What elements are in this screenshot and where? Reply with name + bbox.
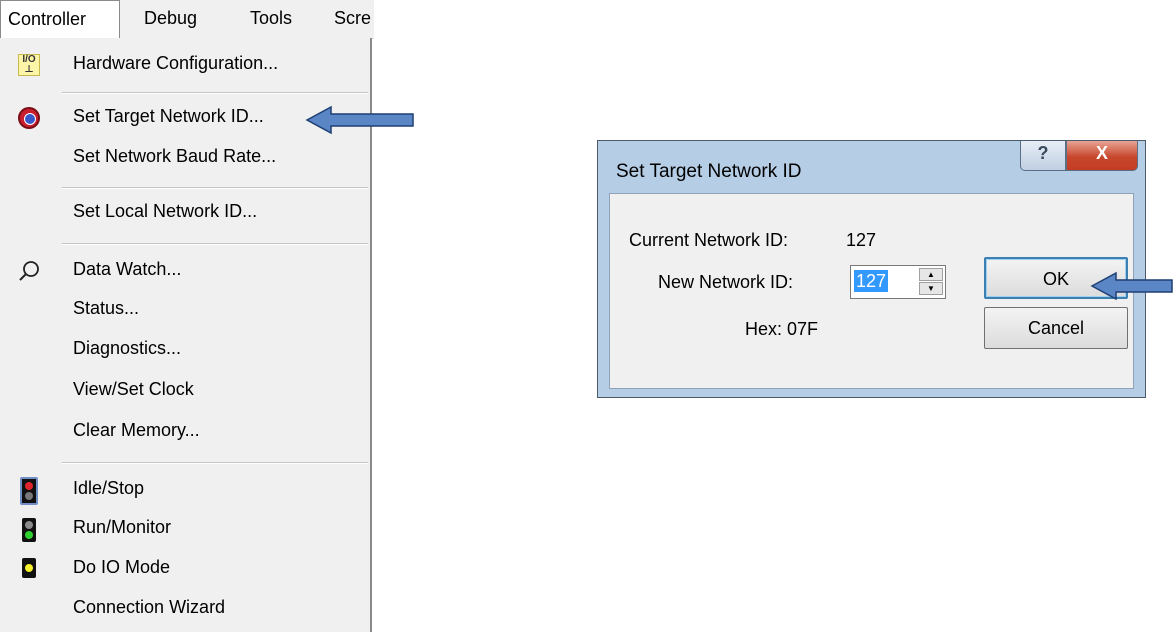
red-light-icon [20, 477, 38, 505]
io-config-icon: I/O ⊥ [18, 54, 40, 76]
menu-separator [62, 243, 368, 245]
target-network-icon [18, 107, 40, 129]
menu-tools[interactable]: Tools [250, 0, 292, 38]
new-network-id-spinbox[interactable]: 127 ▲ ▼ [850, 265, 946, 299]
menu-item-connection-wizard[interactable]: Connection Wizard [0, 592, 370, 626]
dialog-title: Set Target Network ID [616, 161, 802, 182]
menu-item-label: Connection Wizard [73, 597, 226, 617]
menu-separator [62, 187, 368, 189]
current-network-id-label: Current Network ID: [629, 230, 789, 250]
spin-buttons: ▲ ▼ [919, 268, 943, 296]
menu-item-view-set-clock[interactable]: View/Set Clock [0, 374, 370, 408]
menu-separator [62, 462, 368, 464]
help-icon: ? [1037, 143, 1049, 163]
set-target-network-id-dialog: Set Target Network ID ? X Current Networ… [597, 140, 1146, 398]
hex-value-text: Hex: 07F [745, 319, 819, 339]
new-network-id-label: New Network ID: [658, 272, 794, 292]
menu-item-set-local-network-id[interactable]: Set Local Network ID... [0, 196, 370, 230]
current-network-id-value: 127 [846, 230, 877, 250]
dialog-client-area: Current Network ID: 127 New Network ID: … [609, 193, 1134, 389]
menu-item-status[interactable]: Status... [0, 293, 370, 327]
spin-down-icon[interactable]: ▼ [919, 282, 943, 295]
menu-item-idle-stop[interactable]: Idle/Stop [0, 473, 370, 507]
menu-item-label: Diagnostics... [73, 338, 182, 358]
left-arrow-annotation [305, 105, 414, 135]
menu-item-label: Idle/Stop [73, 478, 145, 498]
menu-separator [62, 92, 368, 94]
menu-item-run-monitor[interactable]: Run/Monitor [0, 512, 370, 546]
magnifier-icon [18, 260, 40, 282]
menu-item-label: Set Target Network ID... [73, 106, 264, 126]
menu-item-label: Status... [73, 298, 140, 318]
menu-item-label: View/Set Clock [73, 379, 194, 399]
menu-item-label: Run/Monitor [73, 517, 172, 537]
menu-item-label: Set Network Baud Rate... [73, 146, 277, 166]
menu-item-hardware-configuration[interactable]: I/O ⊥ Hardware Configuration... [0, 48, 370, 82]
close-icon: X [1095, 143, 1108, 163]
menu-item-label: Data Watch... [73, 259, 182, 279]
menu-item-do-io-mode[interactable]: Do IO Mode [0, 552, 370, 586]
menu-item-label: Clear Memory... [73, 420, 200, 440]
menu-debug[interactable]: Debug [144, 0, 197, 38]
menu-bar: Controller Debug Tools Scre [0, 0, 374, 39]
new-network-id-input[interactable]: 127 [854, 270, 889, 292]
menu-item-label: Set Local Network ID... [73, 201, 258, 221]
menu-screen[interactable]: Scre [334, 0, 374, 38]
menu-controller[interactable]: Controller [0, 0, 120, 39]
menu-item-label: Do IO Mode [73, 557, 171, 577]
menu-item-set-network-baud-rate[interactable]: Set Network Baud Rate... [0, 141, 370, 175]
menu-item-label: Hardware Configuration... [73, 53, 279, 73]
cancel-button[interactable]: Cancel [984, 307, 1128, 349]
help-button[interactable]: ? [1020, 141, 1066, 171]
menu-item-diagnostics[interactable]: Diagnostics... [0, 333, 370, 367]
left-arrow-annotation [1090, 271, 1173, 301]
menu-item-data-watch[interactable]: Data Watch... [0, 254, 370, 288]
menu-item-clear-memory[interactable]: Clear Memory... [0, 415, 370, 449]
green-light-icon [22, 518, 36, 542]
yellow-light-icon [22, 558, 36, 578]
close-button[interactable]: X [1066, 141, 1138, 171]
spin-up-icon[interactable]: ▲ [919, 268, 943, 281]
